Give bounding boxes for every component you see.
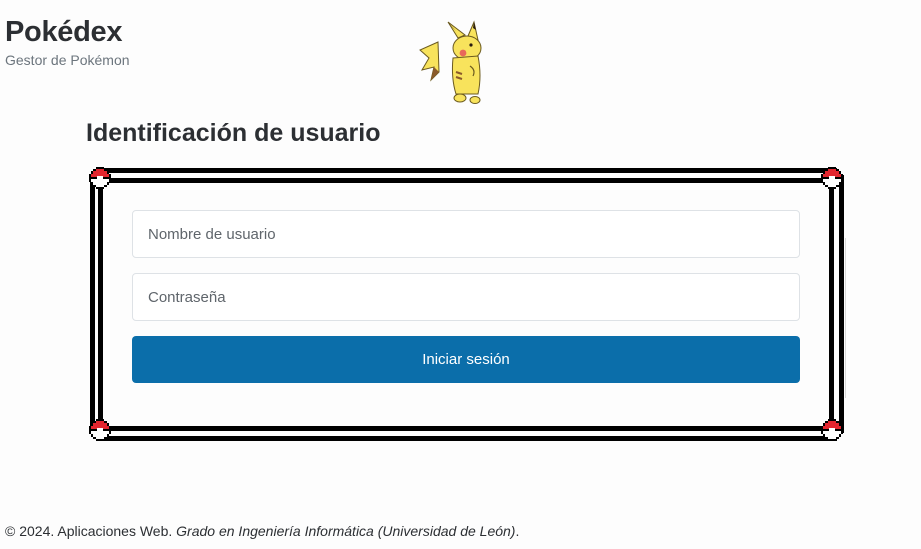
footer-degree: Grado en Ingeniería Informática (Univers… xyxy=(176,523,516,539)
login-frame: Iniciar sesión xyxy=(88,166,846,442)
site-subtitle: Gestor de Pokémon xyxy=(5,52,130,68)
pokeball-icon xyxy=(821,167,843,189)
login-form: Iniciar sesión xyxy=(132,210,800,383)
pokeball-icon xyxy=(821,419,843,441)
footer: © 2024. Aplicaciones Web. Grado en Ingen… xyxy=(5,522,519,540)
pikachu-icon xyxy=(419,20,482,104)
pokeball-icon xyxy=(89,419,111,441)
password-input[interactable] xyxy=(132,273,800,321)
login-button[interactable]: Iniciar sesión xyxy=(132,336,800,383)
pokeball-icon xyxy=(89,167,111,189)
footer-copyright: © 2024. Aplicaciones Web. xyxy=(5,523,177,539)
site-title: Pokédex xyxy=(5,16,123,48)
page-title: Identificación de usuario xyxy=(86,119,381,147)
brand: Pokédex Gestor de Pokémon xyxy=(5,14,130,69)
footer-period: . xyxy=(515,523,520,539)
username-input[interactable] xyxy=(132,210,800,258)
